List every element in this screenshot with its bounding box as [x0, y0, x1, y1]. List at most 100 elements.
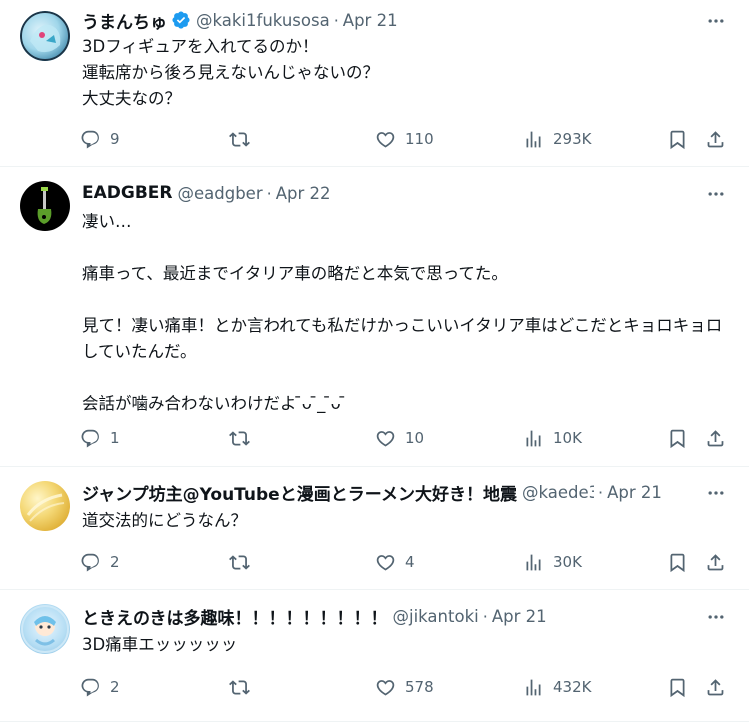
handle[interactable]: @kaede3 — [522, 483, 594, 502]
avatar[interactable] — [20, 481, 70, 531]
timeline-feed: うまんちゅ @kaki1fukusosa · Apr 21 3Dフィギュアを入れ… — [0, 0, 749, 722]
like-count: 4 — [405, 553, 415, 571]
handle[interactable]: @jikantoki — [393, 607, 479, 626]
reply-button[interactable]: 2 — [80, 675, 120, 699]
more-icon[interactable] — [705, 606, 727, 628]
bookmark-button[interactable] — [667, 426, 688, 450]
retweet-button[interactable] — [229, 675, 259, 699]
reply-count: 1 — [110, 429, 120, 447]
timestamp[interactable]: Apr 22 — [276, 184, 331, 203]
tweet-header: ときえのきは多趣味！！！！！！！！！ @jikantoki · Apr 21 — [82, 604, 689, 629]
avatar[interactable] — [20, 11, 70, 61]
views-button[interactable]: 30K — [523, 550, 582, 574]
tweet-actions: 2 4 30K — [80, 550, 729, 574]
reply-button[interactable]: 2 — [80, 550, 120, 574]
views-count: 293K — [553, 130, 592, 148]
views-icon — [526, 131, 541, 147]
tweet-header: EADGBER @eadgber · Apr 22 — [82, 181, 689, 205]
like-count: 110 — [405, 130, 434, 148]
share-icon — [707, 130, 724, 147]
tweet-actions: 9 110 293K — [80, 127, 729, 151]
like-icon — [376, 679, 395, 696]
like-button[interactable]: 578 — [375, 675, 434, 699]
retweet-icon — [229, 554, 250, 570]
avatar[interactable] — [20, 604, 70, 654]
share-icon — [707, 429, 724, 446]
views-icon — [526, 430, 541, 446]
reply-icon — [81, 678, 99, 696]
bookmark-button[interactable] — [667, 127, 688, 151]
reply-button[interactable]: 1 — [80, 426, 120, 450]
reply-count: 9 — [110, 130, 120, 148]
more-icon[interactable] — [705, 10, 727, 32]
retweet-icon — [229, 679, 250, 695]
share-button[interactable] — [705, 675, 726, 699]
views-count: 432K — [553, 678, 592, 696]
avatar[interactable] — [20, 181, 70, 231]
like-icon — [376, 554, 395, 571]
display-name[interactable]: ジャンプ坊主@YouTubeと漫画とラーメン大好き！地震 — [82, 480, 517, 505]
reply-count: 2 — [110, 553, 120, 571]
retweet-button[interactable] — [229, 426, 259, 450]
display-name[interactable]: うまんちゅ — [82, 8, 167, 33]
tweet-text: 3Dフィギュアを入れてるのか！ 運転席から後ろ見えないんじゃないの？ 大丈夫なの… — [82, 37, 379, 108]
tweet-header: うまんちゅ @kaki1fukusosa · Apr 21 — [82, 8, 689, 33]
separator-dot: · — [482, 606, 488, 626]
reply-count: 2 — [110, 678, 120, 696]
tweet[interactable]: うまんちゅ @kaki1fukusosa · Apr 21 3Dフィギュアを入れ… — [0, 0, 749, 167]
views-count: 10K — [553, 429, 582, 447]
views-button[interactable]: 10K — [523, 426, 582, 450]
tweet-text: 3D痛車エッッッッッ — [82, 635, 238, 654]
share-icon — [707, 678, 724, 695]
views-icon — [526, 554, 541, 570]
like-icon — [376, 131, 395, 148]
views-count: 30K — [553, 553, 582, 571]
timestamp[interactable]: Apr 21 — [607, 483, 662, 502]
retweet-button[interactable] — [229, 127, 259, 151]
like-count: 578 — [405, 678, 434, 696]
share-button[interactable] — [705, 426, 726, 450]
handle[interactable]: @kaki1fukusosa — [196, 11, 330, 30]
timestamp[interactable]: Apr 21 — [492, 607, 547, 626]
bookmark-icon — [670, 553, 685, 572]
views-button[interactable]: 293K — [523, 127, 591, 151]
retweet-icon — [229, 430, 250, 446]
like-icon — [376, 430, 395, 447]
bookmark-icon — [670, 130, 685, 149]
more-icon[interactable] — [705, 183, 727, 205]
handle[interactable]: @eadgber — [178, 184, 263, 203]
share-button[interactable] — [705, 127, 726, 151]
tweet-actions: 2 578 432K — [80, 675, 729, 699]
tweet-header: ジャンプ坊主@YouTubeと漫画とラーメン大好き！地震 @kaede3 · A… — [82, 480, 689, 505]
verified-badge-icon — [171, 10, 191, 30]
display-name[interactable]: ときえのきは多趣味！！！！！！！！！ — [82, 604, 388, 629]
tweet[interactable]: ときえのきは多趣味！！！！！！！！！ @jikantoki · Apr 21 3… — [0, 590, 749, 722]
tweet-text: 凄い… 痛車って、最近までイタリア車の略だと本気で思ってた。 見て！凄い痛車！と… — [82, 212, 723, 413]
timestamp[interactable]: Apr 21 — [343, 11, 398, 30]
like-button[interactable]: 10 — [375, 426, 424, 450]
reply-icon — [81, 130, 99, 148]
separator-dot: · — [333, 10, 339, 30]
like-button[interactable]: 4 — [375, 550, 415, 574]
tweet-text: 道交法的にどうなん？ — [82, 511, 247, 530]
like-button[interactable]: 110 — [375, 127, 434, 151]
views-button[interactable]: 432K — [523, 675, 591, 699]
tweet[interactable]: EADGBER @eadgber · Apr 22 凄い… 痛車って、最近までイ… — [0, 167, 749, 467]
share-button[interactable] — [705, 550, 726, 574]
bookmark-button[interactable] — [667, 675, 688, 699]
bookmark-button[interactable] — [667, 550, 688, 574]
more-icon[interactable] — [705, 482, 727, 504]
like-count: 10 — [405, 429, 425, 447]
bookmark-icon — [670, 678, 685, 697]
separator-dot: · — [598, 482, 604, 502]
tweet[interactable]: ジャンプ坊主@YouTubeと漫画とラーメン大好き！地震 @kaede3 · A… — [0, 467, 749, 590]
views-icon — [526, 679, 541, 695]
display-name[interactable]: EADGBER — [82, 183, 173, 203]
separator-dot: · — [266, 183, 272, 203]
share-icon — [707, 553, 724, 570]
reply-button[interactable]: 9 — [80, 127, 120, 151]
reply-icon — [81, 553, 99, 571]
bookmark-icon — [670, 429, 685, 448]
reply-icon — [81, 429, 99, 447]
retweet-button[interactable] — [229, 550, 259, 574]
